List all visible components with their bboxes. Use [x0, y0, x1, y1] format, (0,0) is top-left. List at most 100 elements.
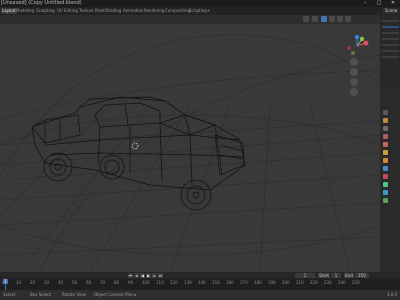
- outliner-row[interactable]: [382, 44, 399, 46]
- tool-properties-tab-icon[interactable]: [383, 110, 388, 115]
- tab-modeling[interactable]: Modeling: [15, 8, 35, 14]
- tab-texture-paint[interactable]: Texture Paint: [78, 8, 106, 14]
- 3d-cursor: [131, 142, 139, 150]
- frame-tick: 230: [324, 280, 332, 285]
- timeline-ruler[interactable]: 0 10 20 30 40 50 60 70 80 90 100 110 120…: [0, 279, 400, 290]
- tab-sculpting[interactable]: Sculpting: [35, 8, 56, 14]
- tab-animation[interactable]: Animation: [122, 8, 144, 14]
- constraints-properties-tab-icon[interactable]: [383, 190, 388, 195]
- frame-tick: 200: [282, 280, 290, 285]
- view-layer-properties-tab-icon[interactable]: [383, 134, 388, 139]
- tab-scripting[interactable]: Scripting: [188, 8, 208, 14]
- next-key-icon[interactable]: ▸: [152, 273, 157, 278]
- start-frame-label: Start: [318, 273, 330, 278]
- window-title: [Unsaved] (Copy Untitled.blend): [1, 0, 82, 6]
- truck-wireframe: [31, 96, 246, 211]
- outliner-row[interactable]: [382, 50, 399, 52]
- frame-tick: 120: [170, 280, 178, 285]
- y-axis-icon: [359, 36, 365, 42]
- frame-tick: 100: [142, 280, 150, 285]
- timeline: ⏮ ◂ ◀ ▶ ▸ ⏭ 1 Start 1 End 250 0 10 20 30…: [0, 272, 400, 290]
- xray-toggle-button[interactable]: [312, 16, 318, 22]
- end-frame-label: End: [344, 273, 354, 278]
- world-properties-tab-icon[interactable]: [383, 150, 388, 155]
- object-properties-tab-icon[interactable]: [383, 158, 388, 163]
- start-frame-field[interactable]: 1: [331, 273, 341, 278]
- particles-properties-tab-icon[interactable]: [383, 174, 388, 179]
- modifier-properties-tab-icon[interactable]: [383, 166, 388, 171]
- shading-solid-button[interactable]: [329, 16, 335, 22]
- outliner-row[interactable]: [382, 26, 399, 28]
- outliner-row[interactable]: [382, 20, 399, 22]
- tab-uv-editing[interactable]: UV Editing: [56, 8, 79, 14]
- frame-tick: 140: [198, 280, 206, 285]
- frame-tick: 110: [156, 280, 164, 285]
- shading-material-button[interactable]: [337, 16, 343, 22]
- toggle-overlays-button[interactable]: [303, 16, 309, 22]
- prev-key-icon[interactable]: ◂: [134, 273, 139, 278]
- status-box-select-hint: Box Select: [30, 292, 52, 297]
- viewport-header: [0, 15, 380, 24]
- scene-properties-tab-icon[interactable]: [383, 142, 388, 147]
- frame-tick: 170: [240, 280, 248, 285]
- outliner: [380, 15, 400, 90]
- frame-tick: 210: [296, 280, 304, 285]
- frame-tick: 50: [72, 280, 78, 285]
- status-bar: Select Box Select Rotate View Object Con…: [0, 290, 400, 300]
- x-axis-icon: [363, 40, 369, 46]
- end-frame-field[interactable]: 250: [355, 273, 369, 278]
- physics-properties-tab-icon[interactable]: [383, 182, 388, 187]
- frame-tick: 250: [352, 280, 360, 285]
- frame-tick: 130: [184, 280, 192, 285]
- frame-tick: 60: [86, 280, 92, 285]
- frame-tick: 190: [268, 280, 276, 285]
- tab-shading[interactable]: Shading: [104, 8, 122, 14]
- title-bar: [Unsaved] (Copy Untitled.blend) – □ ✕: [0, 0, 400, 7]
- workspace-tabbar: Layout Modeling Sculpting UV Editing Tex…: [0, 7, 400, 15]
- frame-tick: 220: [310, 280, 318, 285]
- status-rotate-view-hint: Rotate View: [62, 292, 86, 297]
- add-workspace-button[interactable]: +: [206, 8, 211, 14]
- frame-tick: 40: [58, 280, 64, 285]
- neg-y-axis-icon: [351, 51, 355, 55]
- zoom-view-icon[interactable]: [350, 58, 358, 66]
- 3d-viewport[interactable]: [0, 15, 380, 272]
- jump-start-icon[interactable]: ⏮: [128, 273, 133, 278]
- playhead-frame-label: 1: [3, 279, 8, 284]
- neg-x-axis-icon: [347, 46, 351, 50]
- render-properties-tab-icon[interactable]: [383, 118, 388, 123]
- frame-tick: 10: [16, 280, 22, 285]
- navigation-gizmo[interactable]: [344, 35, 370, 57]
- frame-tick: 180: [254, 280, 262, 285]
- version-label: 3.0.0: [386, 292, 397, 297]
- frame-tick: 90: [128, 280, 134, 285]
- current-frame-field[interactable]: 1: [295, 273, 315, 278]
- maximize-button[interactable]: □: [372, 0, 386, 7]
- shading-rendered-button[interactable]: [345, 16, 351, 22]
- pan-view-icon[interactable]: [350, 68, 358, 76]
- outliner-row[interactable]: [382, 32, 399, 34]
- scene-selector[interactable]: Scene: [383, 8, 399, 14]
- minimize-button[interactable]: –: [358, 0, 372, 7]
- tab-rendering[interactable]: Rendering: [143, 8, 165, 14]
- z-axis-icon: [355, 35, 359, 39]
- close-button[interactable]: ✕: [386, 0, 400, 7]
- status-context-menu-hint: Object Context Menu: [94, 292, 137, 297]
- frame-tick: 70: [100, 280, 106, 285]
- data-properties-tab-icon[interactable]: [383, 198, 388, 203]
- frame-tick: 80: [114, 280, 120, 285]
- blender-window: [Unsaved] (Copy Untitled.blend) – □ ✕ La…: [0, 0, 400, 300]
- wireframe-scene: [0, 34, 380, 272]
- frame-tick: 150: [212, 280, 220, 285]
- outliner-row[interactable]: [382, 38, 399, 40]
- shading-wireframe-button[interactable]: [321, 16, 327, 22]
- jump-end-icon[interactable]: ⏭: [158, 273, 163, 278]
- output-properties-tab-icon[interactable]: [383, 126, 388, 131]
- frame-tick: 160: [226, 280, 234, 285]
- camera-view-icon[interactable]: [350, 78, 358, 86]
- play-reverse-icon[interactable]: ◀: [140, 273, 145, 278]
- perspective-toggle-icon[interactable]: [350, 88, 358, 96]
- frame-tick: 240: [338, 280, 346, 285]
- play-icon[interactable]: ▶: [146, 273, 151, 278]
- outliner-row[interactable]: [382, 56, 399, 58]
